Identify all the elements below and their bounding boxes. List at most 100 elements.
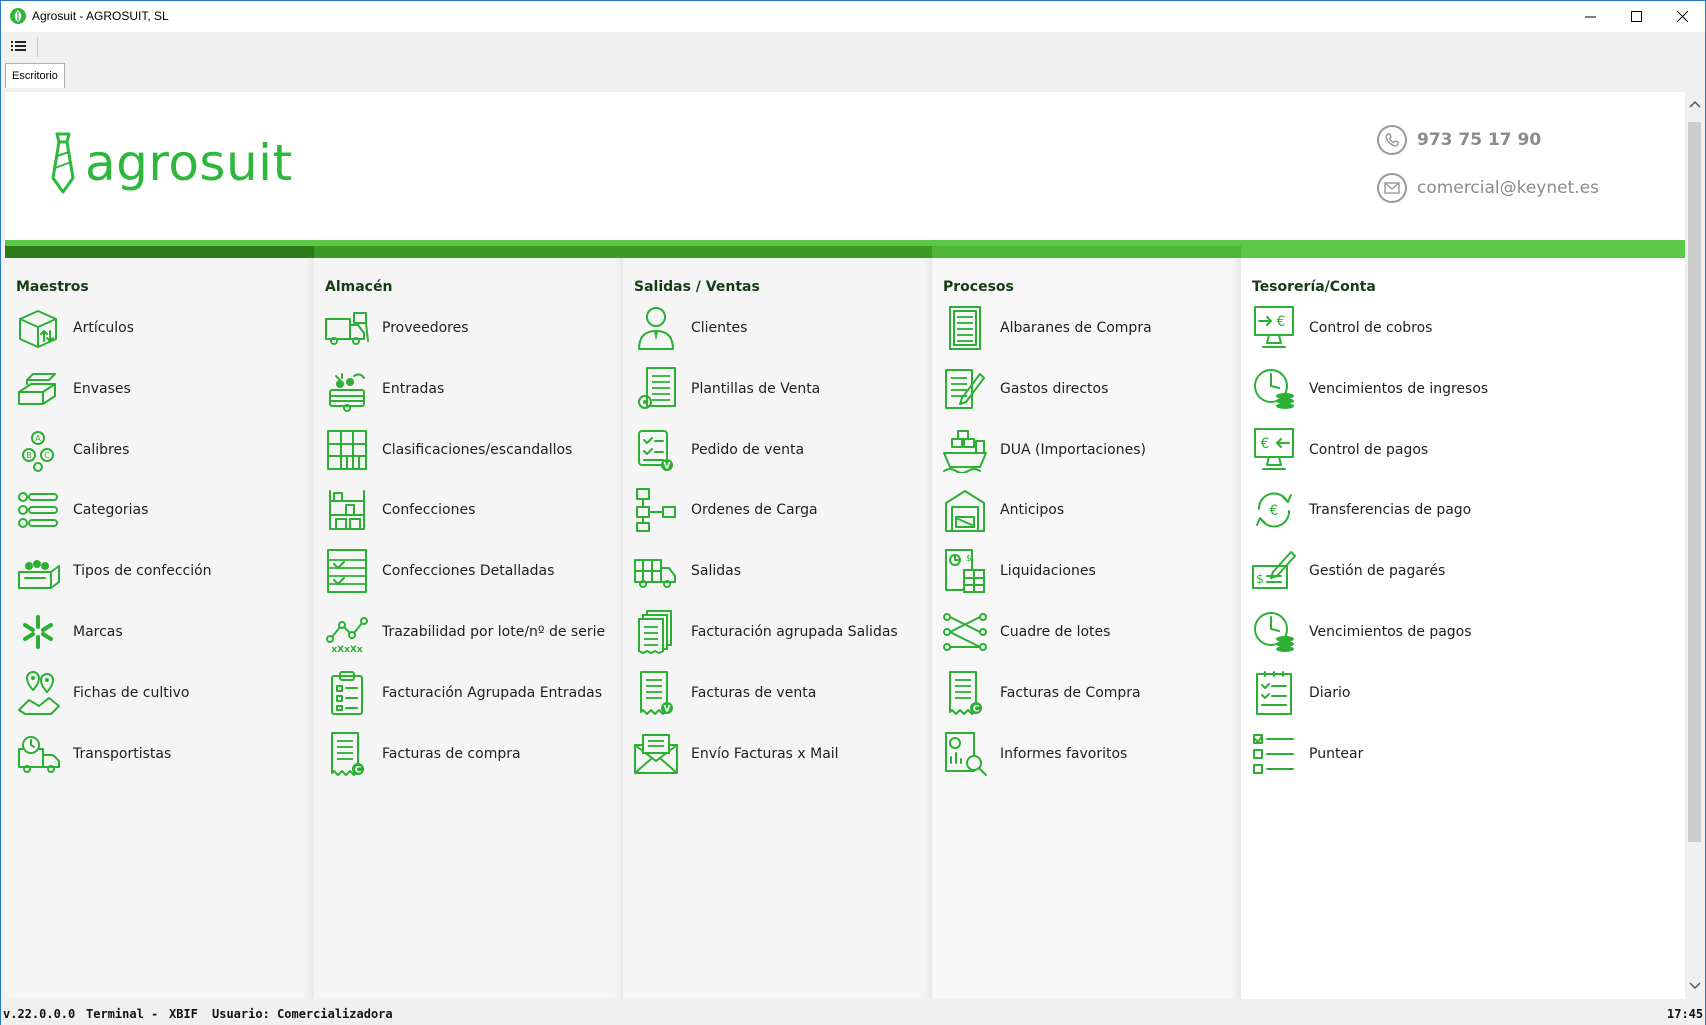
menu-item[interactable]: Vencimientos de ingresos xyxy=(1251,365,1571,413)
maximize-button[interactable] xyxy=(1613,1,1659,32)
contact-phone: 973 75 17 90 xyxy=(1377,124,1541,156)
truck-icon xyxy=(633,548,679,594)
checkbox-list-icon xyxy=(1251,731,1297,777)
menu-item-label: Confecciones Detalladas xyxy=(382,563,555,580)
menu-item-label: Facturas de compra xyxy=(382,745,521,762)
menu-item-label: Confecciones xyxy=(382,502,476,519)
menu-item[interactable]: Confecciones xyxy=(324,486,644,534)
menu-item-label: Clasificaciones/escandallos xyxy=(382,441,573,458)
column-title: Salidas / Ventas xyxy=(634,279,760,295)
svg-text:$: $ xyxy=(966,554,972,564)
menu-item[interactable]: € Control de cobros xyxy=(1251,304,1571,352)
menu-item[interactable]: Salidas xyxy=(633,547,953,595)
euro-cycle-icon: € xyxy=(1251,487,1297,533)
menu-item[interactable]: Clasificaciones/escandallos xyxy=(324,426,644,474)
check-list-icon xyxy=(324,548,370,594)
menu-item[interactable]: DUA (Importaciones) xyxy=(942,426,1262,474)
band-segment xyxy=(5,240,314,258)
menu-item[interactable]: C Facturas de compra xyxy=(324,730,644,778)
menu-item-label: Diario xyxy=(1309,684,1351,701)
menu-item[interactable]: Clientes xyxy=(633,304,953,352)
menu-item-label: Tipos de confección xyxy=(73,563,212,580)
menu-item[interactable]: xXxXx Trazabilidad por lote/nº de serie xyxy=(324,608,644,656)
menu-item[interactable]: Gastos directos xyxy=(942,365,1262,413)
menu-item[interactable]: Tipos de confección xyxy=(15,547,335,595)
scroll-down-icon[interactable] xyxy=(1689,982,1701,990)
column-title: Maestros xyxy=(16,279,89,295)
menu-item[interactable]: A B C Calibres xyxy=(15,426,335,474)
clock-truck-icon xyxy=(15,731,61,777)
menu-item-label: Anticipos xyxy=(1000,502,1065,519)
menu-item[interactable]: € Transferencias de pago xyxy=(1251,486,1571,534)
menu-item[interactable]: Envases xyxy=(15,365,335,413)
menu-item-label: Control de cobros xyxy=(1309,320,1433,336)
status-terminal: XBIF xyxy=(169,1007,198,1021)
menu-item[interactable]: Confecciones Detalladas xyxy=(324,547,644,595)
menu-item-label: Plantillas de Venta xyxy=(691,380,821,397)
menu-item[interactable]: Cuadre de lotes xyxy=(942,608,1262,656)
menu-item[interactable]: V Pedido de venta xyxy=(633,426,953,474)
vertical-scrollbar[interactable] xyxy=(1685,92,1705,999)
menu-item[interactable]: Diario xyxy=(1251,669,1571,717)
menu-column: Tesorería/Conta € Control de cobros Vencimi… xyxy=(1241,258,1685,999)
trace-graph-icon: xXxXx xyxy=(324,609,370,655)
client-person-icon xyxy=(633,305,679,351)
app-window: Agrosuit - AGROSUIT, SL Escritorio agros… xyxy=(0,0,1706,1025)
document-gear-icon xyxy=(633,366,679,412)
menu-item[interactable]: Entradas xyxy=(324,365,644,413)
svg-text:C: C xyxy=(973,704,980,714)
abc-circles-icon: AB C xyxy=(15,427,61,473)
produce-crate-icon xyxy=(324,366,370,412)
menu-item[interactable]: Facturación agrupada Salidas xyxy=(633,608,953,656)
cargo-ship-icon xyxy=(942,427,988,474)
menu-item[interactable]: V Facturas de venta xyxy=(633,669,953,717)
grid-icon xyxy=(324,427,370,473)
menu-column: Salidas / Ventas Clientes Plantillas de Ve… xyxy=(623,258,932,999)
close-button[interactable] xyxy=(1659,1,1705,32)
menu-item-label: Gastos directos xyxy=(1000,380,1109,397)
menu-item[interactable]: € Control de pagos xyxy=(1251,426,1571,474)
menu-item-label: Proveedores xyxy=(382,320,469,336)
svg-text:C: C xyxy=(44,451,50,460)
clock-coins-icon xyxy=(1251,366,1297,412)
svg-text:xXxXx: xXxXx xyxy=(331,645,362,655)
menu-item[interactable]: Facturación Agrupada Entradas xyxy=(324,669,644,717)
menu-item[interactable]: Envío Facturas x Mail xyxy=(633,730,953,778)
invoice-c-icon: C xyxy=(942,670,988,716)
menu-item[interactable]: Proveedores xyxy=(324,304,644,352)
menu-item[interactable]: $ Gestión de pagarés xyxy=(1251,547,1571,595)
menu-item[interactable]: Informes favoritos xyxy=(942,730,1262,778)
order-checklist-icon: V xyxy=(633,427,679,473)
menu-column: Procesos Albaranes de Compra Gastos direct… xyxy=(932,258,1241,999)
scroll-thumb[interactable] xyxy=(1688,122,1701,842)
svg-text:A: A xyxy=(35,434,41,443)
menu-item[interactable]: Marcas xyxy=(15,608,335,656)
list-menu-icon[interactable] xyxy=(9,38,29,54)
menu-item-label: Facturación Agrupada Entradas xyxy=(382,684,602,701)
numbered-list-icon xyxy=(15,487,61,533)
menu-item-label: Clientes xyxy=(691,320,748,336)
menu-item[interactable]: Artículos xyxy=(15,304,335,352)
menu-item[interactable]: Anticipos xyxy=(942,486,1262,534)
menu-item[interactable]: Ordenes de Carga xyxy=(633,486,953,534)
scroll-up-icon[interactable] xyxy=(1689,100,1701,108)
menu-item[interactable]: C Facturas de Compra xyxy=(942,669,1262,717)
tab-strip: Escritorio xyxy=(1,60,1705,92)
svg-text:V: V xyxy=(664,704,671,714)
menu-item[interactable]: Plantillas de Venta xyxy=(633,365,953,413)
menu-item[interactable]: Fichas de cultivo xyxy=(15,669,335,717)
menu-item[interactable]: Transportistas xyxy=(15,730,335,778)
monitor-euro-in-icon: € xyxy=(1251,305,1297,351)
menu-item[interactable]: Puntear xyxy=(1251,730,1571,778)
menu-item[interactable]: $ Liquidaciones xyxy=(942,547,1262,595)
menu-item-label: Gestión de pagarés xyxy=(1309,563,1446,580)
minimize-button[interactable] xyxy=(1567,1,1613,32)
menu-item-label: Artículos xyxy=(73,320,135,336)
delivery-truck-icon xyxy=(324,305,370,351)
menu-item[interactable]: Categorias xyxy=(15,486,335,534)
menu-item[interactable]: Albaranes de Compra xyxy=(942,304,1262,352)
tab-escritorio[interactable]: Escritorio xyxy=(5,63,65,88)
menu-item[interactable]: Vencimientos de pagos xyxy=(1251,608,1571,656)
asterisk-brand-icon xyxy=(15,609,61,655)
svg-text:B: B xyxy=(26,451,32,460)
